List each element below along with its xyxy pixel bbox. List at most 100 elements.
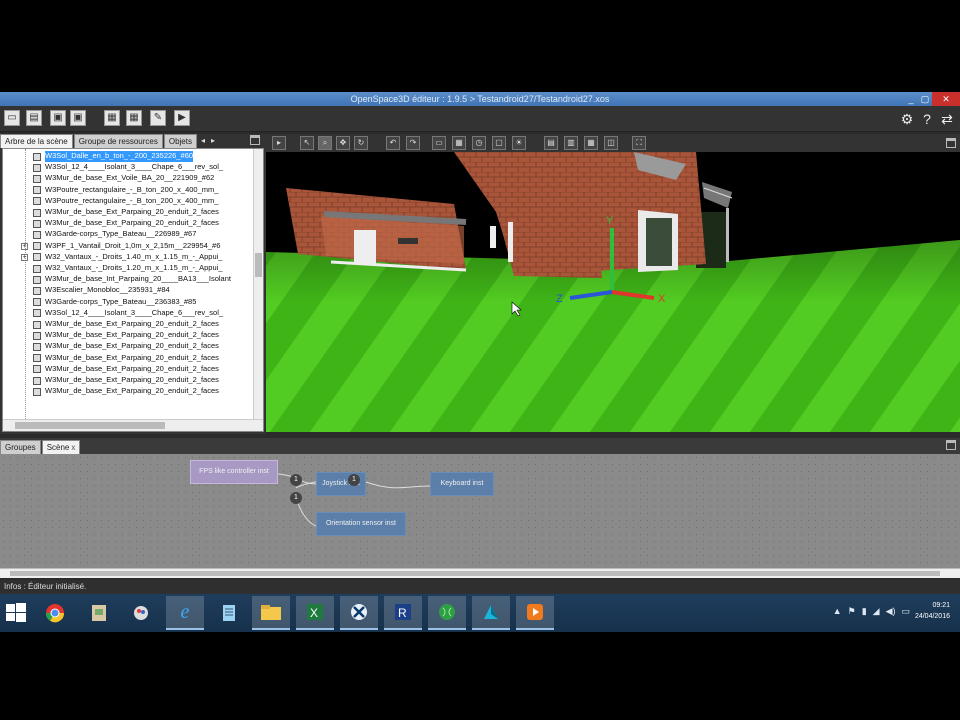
- globe-icon[interactable]: [428, 596, 466, 630]
- notepad-icon[interactable]: [210, 596, 248, 630]
- tree-item[interactable]: W3Sol_12_4____Isolant_3____Chape_6___rev…: [3, 162, 253, 173]
- tree-item[interactable]: W3Mur_de_base_Ext_Parpaing_20_enduit_2_f…: [3, 207, 253, 218]
- help-icon[interactable]: ?: [918, 110, 936, 128]
- link-port[interactable]: 1: [290, 492, 302, 504]
- new-file-icon[interactable]: ▭: [4, 110, 20, 126]
- grid-icon[interactable]: ▦: [452, 136, 466, 150]
- scene-tree[interactable]: W3Sol_Dalle_en_b_ton_-_200_235226_#60 W3S…: [2, 148, 264, 432]
- tabs-prev-arrow-icon[interactable]: ◂: [198, 134, 208, 148]
- windows-start-icon[interactable]: [6, 603, 26, 623]
- tab-resource-groups[interactable]: Groupe de ressources: [73, 134, 163, 148]
- tray-chevron-icon[interactable]: ▲: [833, 606, 842, 617]
- maximize-button[interactable]: ▢: [918, 92, 932, 106]
- tree-item[interactable]: W3Mur_de_base_Ext_Parpaing_20_enduit_2_f…: [3, 364, 253, 375]
- tree-item[interactable]: W3Poutre_rectangulaire_-_B_ton_200_x_400…: [3, 185, 253, 196]
- expand-icon[interactable]: +: [21, 253, 28, 261]
- redo-icon[interactable]: ↷: [406, 136, 420, 150]
- tree-item[interactable]: W3Mur_de_base_Ext_Parpaing_20_enduit_2_f…: [3, 375, 253, 386]
- file-explorer-icon[interactable]: [252, 596, 290, 630]
- chrome-icon[interactable]: [36, 596, 74, 630]
- calculator-icon[interactable]: ▦: [126, 110, 142, 126]
- autodesk-icon[interactable]: [472, 596, 510, 630]
- update-icon[interactable]: ⇄: [938, 110, 956, 128]
- tree-item[interactable]: W3Mur_de_base_Int_Parpaing_20____BA13___…: [3, 274, 253, 285]
- media-player-icon[interactable]: [516, 596, 554, 630]
- undock-icon[interactable]: [946, 440, 956, 450]
- revit-icon[interactable]: R: [384, 596, 422, 630]
- fullscreen-icon[interactable]: ⛶: [632, 136, 646, 150]
- keyboard-icon[interactable]: ▭: [901, 606, 910, 617]
- save-as-icon[interactable]: ▣: [70, 110, 86, 126]
- undock-icon[interactable]: [946, 138, 956, 148]
- link-port[interactable]: 1: [290, 474, 302, 486]
- view-front-icon[interactable]: ▤: [544, 136, 558, 150]
- expand-icon[interactable]: +: [21, 242, 28, 250]
- light-icon[interactable]: ☀: [512, 136, 526, 150]
- clock-icon[interactable]: ◷: [472, 136, 486, 150]
- undock-icon[interactable]: [250, 135, 260, 145]
- tree-item[interactable]: W3Sol_Dalle_en_b_ton_-_200_235226_#60: [3, 151, 253, 162]
- flag-icon[interactable]: ⚑: [848, 606, 856, 617]
- battery-icon[interactable]: ▮: [862, 606, 867, 617]
- save-icon[interactable]: ▣: [50, 110, 66, 126]
- tab-groups[interactable]: Groupes: [0, 440, 41, 454]
- node-orientation-sensor[interactable]: Orientation sensor inst: [316, 512, 406, 536]
- internet-explorer-icon[interactable]: e: [166, 596, 204, 630]
- node-fps-controller[interactable]: FPS like controller inst: [190, 460, 278, 484]
- tree-item[interactable]: W3Mur_de_base_Ext_Voile_BA_20__221909_#6…: [3, 173, 253, 184]
- tree-horizontal-scrollbar[interactable]: [3, 419, 263, 431]
- tab-scene[interactable]: Scène x: [41, 440, 81, 454]
- tree-item[interactable]: W3Mur_de_base_Ext_Parpaing_20_enduit_2_f…: [3, 341, 253, 352]
- import-icon[interactable]: ▦: [104, 110, 120, 126]
- tree-vertical-scrollbar[interactable]: [253, 149, 263, 421]
- move-icon[interactable]: ✥: [336, 136, 350, 150]
- graph-horizontal-scrollbar[interactable]: [0, 568, 960, 578]
- tab-scene-tree[interactable]: Arbre de la scène: [0, 134, 73, 148]
- tools-icon[interactable]: ✎: [150, 110, 166, 126]
- box-icon[interactable]: ▢: [492, 136, 506, 150]
- zoom-icon[interactable]: ⌕: [318, 136, 332, 150]
- volume-icon[interactable]: ◀): [886, 606, 896, 617]
- tab-objects[interactable]: Objets: [163, 134, 197, 148]
- rotate-icon[interactable]: ↻: [354, 136, 368, 150]
- tree-item[interactable]: W3Garde-corps_Type_Bateau__226989_#67: [3, 229, 253, 240]
- tree-item[interactable]: W32_Vantaux_-_Droits_1.20_m_x_1.15_m_-_A…: [3, 263, 253, 274]
- scrollbar-thumb[interactable]: [10, 571, 940, 576]
- minimize-button[interactable]: _: [904, 92, 918, 106]
- select-icon[interactable]: ↖: [300, 136, 314, 150]
- undo-icon[interactable]: ↶: [386, 136, 400, 150]
- excel-icon[interactable]: X: [296, 596, 334, 630]
- network-icon[interactable]: ◢: [873, 606, 880, 617]
- node-keyboard[interactable]: Keyboard inst: [430, 472, 494, 496]
- paint-icon[interactable]: [122, 596, 160, 630]
- close-button[interactable]: ✕: [932, 92, 960, 106]
- scrollbar-thumb[interactable]: [255, 253, 262, 277]
- tree-item[interactable]: W3Mur_de_base_Ext_Parpaing_20_enduit_2_f…: [3, 330, 253, 341]
- tree-item[interactable]: W3Mur_de_base_Ext_Parpaing_20_enduit_2_f…: [3, 218, 253, 229]
- gear-icon[interactable]: ⚙: [898, 110, 916, 128]
- open-folder-icon[interactable]: ▤: [26, 110, 42, 126]
- tree-item[interactable]: W3Mur_de_base_Ext_Parpaing_20_enduit_2_f…: [3, 353, 253, 364]
- tree-item[interactable]: + W3PF_1_Vantail_Droit_1,0m_x_2,15m__2299…: [3, 241, 253, 252]
- tree-item[interactable]: W3Escalier_Monobloc__235931_#84: [3, 285, 253, 296]
- tabs-next-arrow-icon[interactable]: ▸: [208, 134, 218, 148]
- plugit-graph-canvas[interactable]: FPS like controller inst Joystick inst K…: [0, 454, 960, 568]
- openspace3d-icon[interactable]: [340, 596, 378, 630]
- view-perspective-icon[interactable]: ◫: [604, 136, 618, 150]
- scene-render[interactable]: Y X Z: [266, 152, 960, 432]
- tree-item[interactable]: W3Poutre_rectangulaire_-_B_ton_200_x_400…: [3, 196, 253, 207]
- close-icon[interactable]: x: [71, 443, 75, 452]
- 3d-viewport[interactable]: Y X Z: [266, 152, 960, 432]
- arrow-icon[interactable]: ▸: [272, 136, 286, 150]
- explorer-paint-icon[interactable]: [80, 596, 118, 630]
- view-top-icon[interactable]: ▦: [584, 136, 598, 150]
- scrollbar-thumb[interactable]: [15, 422, 165, 429]
- camera-icon[interactable]: ▭: [432, 136, 446, 150]
- tree-item[interactable]: + W32_Vantaux_-_Droits_1.40_m_x_1.15_m_-_…: [3, 252, 253, 263]
- taskbar-clock[interactable]: 09:21 24/04/2016: [915, 600, 950, 622]
- run-icon[interactable]: ▶: [174, 110, 190, 126]
- tree-item[interactable]: W3Mur_de_base_Ext_Parpaing_20_enduit_2_f…: [3, 319, 253, 330]
- view-side-icon[interactable]: ▥: [564, 136, 578, 150]
- tree-item[interactable]: W3Sol_12_4____Isolant_3____Chape_6___rev…: [3, 308, 253, 319]
- link-port[interactable]: 1: [348, 474, 360, 486]
